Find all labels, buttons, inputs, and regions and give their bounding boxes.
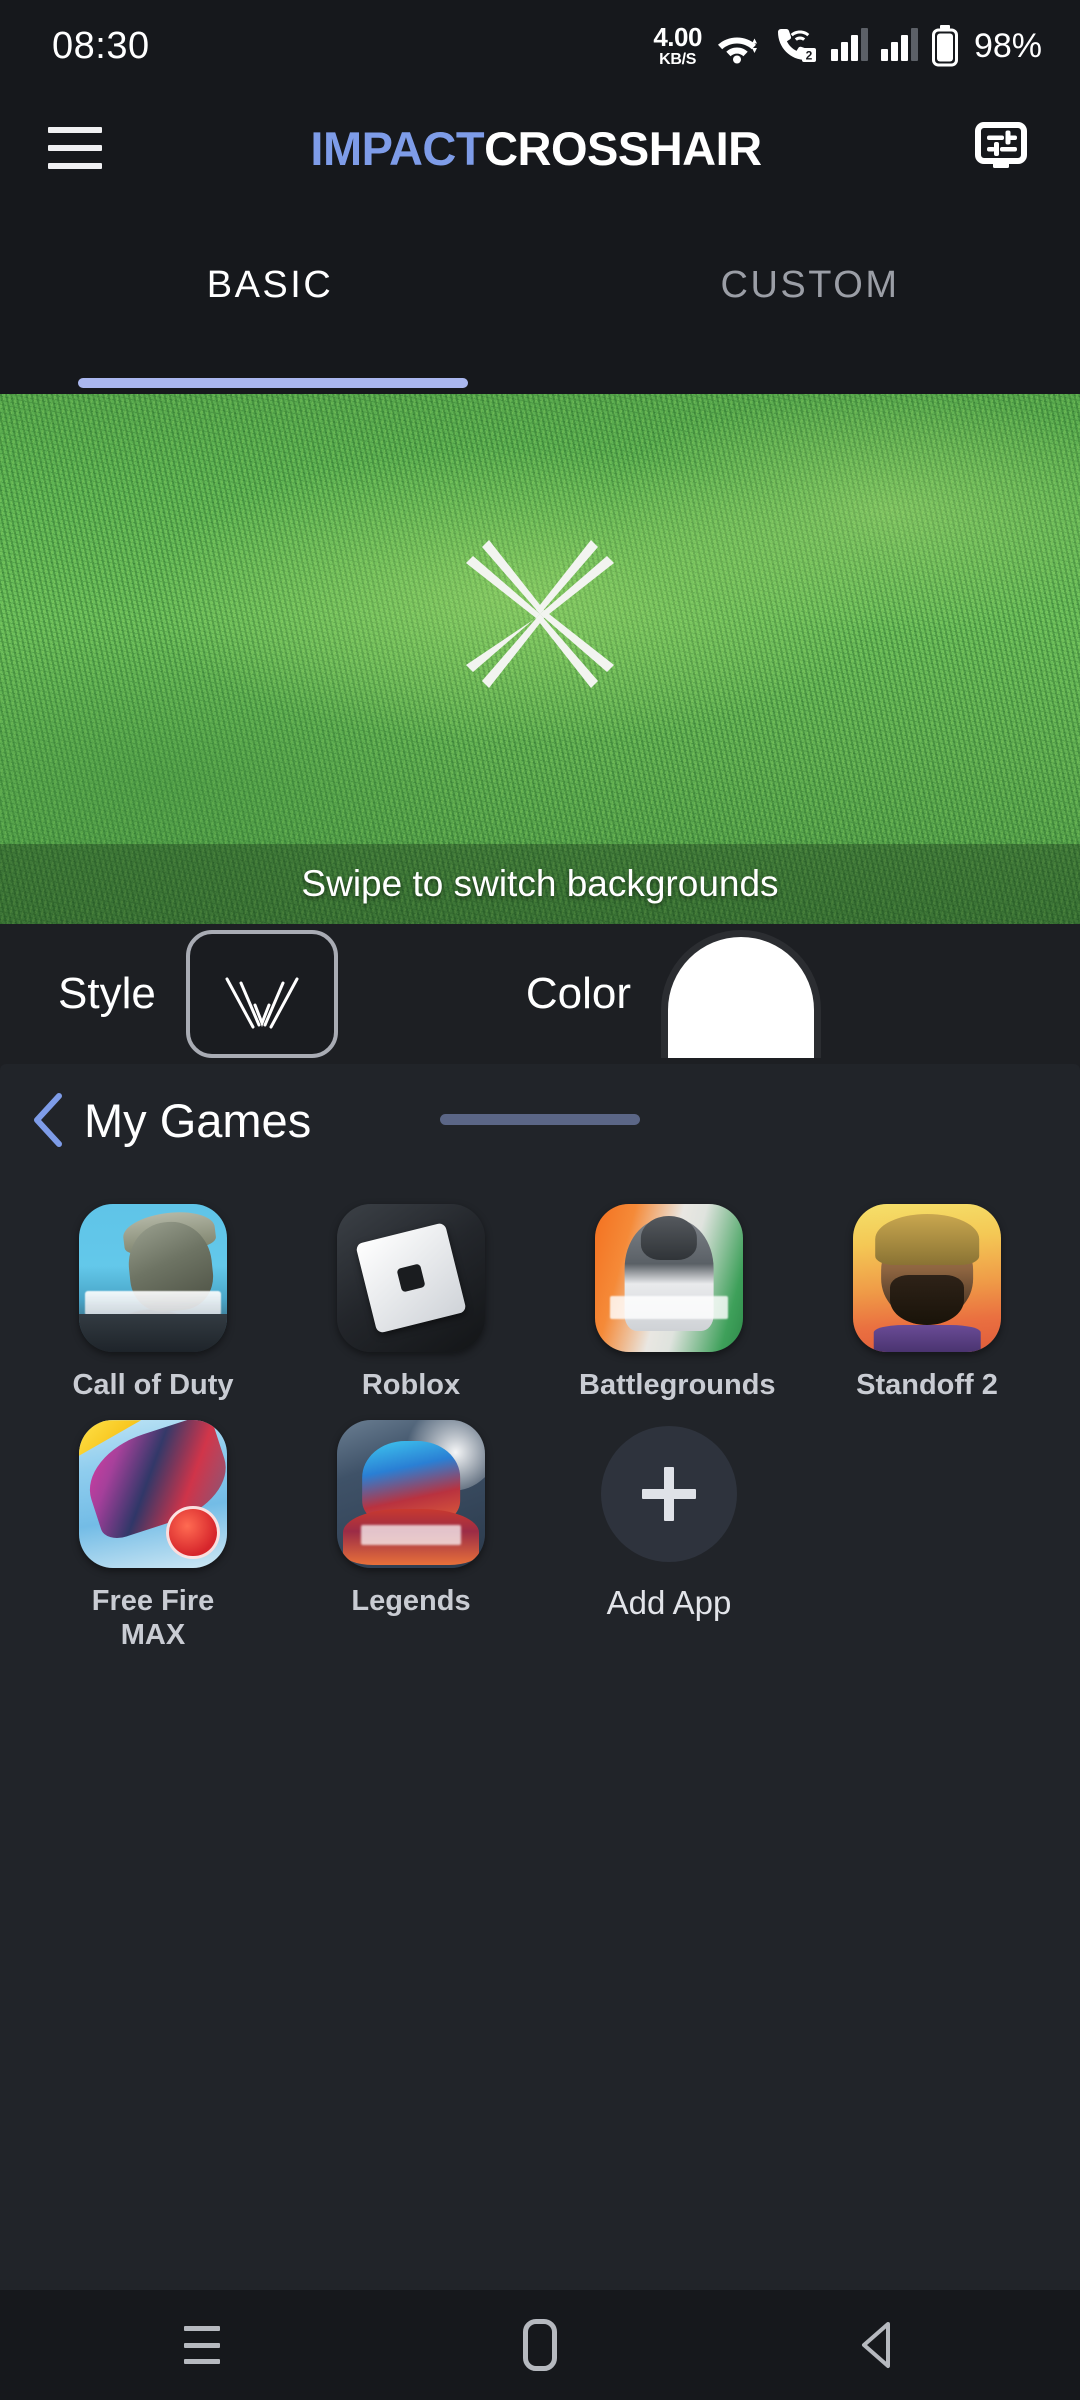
status-clock: 08:30 xyxy=(52,24,150,67)
status-indicators: 4.00 KB/S 2 98% xyxy=(653,24,1042,68)
home-icon[interactable] xyxy=(495,2300,585,2390)
back-chevron-icon[interactable] xyxy=(26,1093,70,1147)
x-star-crosshair-icon xyxy=(466,540,614,688)
grid-empty-cell xyxy=(798,1410,1056,1652)
swipe-hint-label: Swipe to switch backgrounds xyxy=(301,863,779,904)
crosshair-overlay xyxy=(0,394,1080,834)
tab-basic[interactable]: BASIC xyxy=(0,204,540,394)
game-item-free-fire-max[interactable]: Free Fire MAX xyxy=(24,1410,282,1652)
game-label: Standoff 2 xyxy=(856,1369,998,1401)
brand-primary: IMPACT xyxy=(310,121,485,175)
tab-bar: BASIC CUSTOM xyxy=(0,204,1080,394)
hamburger-menu-icon[interactable] xyxy=(48,127,102,169)
vowifi-call-icon: 2 xyxy=(772,27,818,65)
roblox-icon xyxy=(337,1204,485,1352)
battery-icon xyxy=(931,25,959,67)
game-item-standoff-2[interactable]: Standoff 2 xyxy=(798,1194,1056,1402)
color-label: Color xyxy=(525,969,631,1018)
game-label: Call of Duty xyxy=(72,1369,234,1401)
free-fire-max-icon xyxy=(79,1420,227,1569)
android-nav-bar xyxy=(0,2290,1080,2400)
style-color-row: Style Color xyxy=(0,924,1080,1064)
back-triangle-icon[interactable] xyxy=(833,2300,923,2390)
my-games-title: My Games xyxy=(84,1093,312,1147)
plus-icon xyxy=(601,1426,737,1563)
network-speed-value: 4.00 xyxy=(653,22,702,52)
status-bar: 08:30 4.00 KB/S 2 98% xyxy=(0,0,1080,92)
brand-secondary: CROSSHAIR xyxy=(484,121,762,175)
legends-icon xyxy=(337,1420,485,1569)
my-games-header: My Games xyxy=(0,1064,1080,1176)
games-grid: Call of Duty Roblox Battlegrounds Stando… xyxy=(0,1176,1080,1653)
app-title: IMPACTCROSSHAIR xyxy=(310,121,762,176)
game-item-legends[interactable]: Legends xyxy=(282,1410,540,1652)
game-label: Free Fire MAX xyxy=(91,1585,215,1652)
network-speed-unit: KB/S xyxy=(659,51,697,68)
tab-active-indicator xyxy=(78,378,468,388)
crosshair-preview[interactable]: Swipe to switch backgrounds xyxy=(0,394,1080,924)
style-control[interactable]: Style xyxy=(58,930,338,1058)
my-games-sheet: My Games Call of Duty Roblox Battlegroun… xyxy=(0,1064,1080,2290)
game-item-roblox[interactable]: Roblox xyxy=(282,1194,540,1402)
game-item-battlegrounds[interactable]: Battlegrounds xyxy=(540,1194,798,1402)
tab-custom[interactable]: CUSTOM xyxy=(540,204,1080,394)
phone-screen: 08:30 4.00 KB/S 2 98% IMPACTCROSSHAIR BA… xyxy=(0,0,1080,2400)
call-of-duty-icon xyxy=(79,1204,227,1352)
network-speed-indicator: 4.00 KB/S xyxy=(653,24,702,68)
game-label: Battlegrounds xyxy=(579,1369,776,1401)
style-swatch-button[interactable] xyxy=(185,930,338,1058)
signal-bars-icon-1 xyxy=(830,28,868,61)
game-label: Roblox xyxy=(361,1369,461,1401)
style-label: Style xyxy=(58,969,156,1018)
battlegrounds-icon xyxy=(595,1204,743,1352)
wifi-icon xyxy=(715,28,759,64)
signal-bars-icon-2 xyxy=(880,28,918,61)
add-app-label: Add App xyxy=(606,1584,732,1622)
game-label: Legends xyxy=(351,1585,471,1618)
battery-percent-label: 98% xyxy=(973,26,1042,65)
swipe-hint-bar: Swipe to switch backgrounds xyxy=(0,844,1080,924)
recents-icon[interactable] xyxy=(157,2300,247,2390)
standoff-2-icon xyxy=(853,1204,1001,1352)
crosshair-style-preview-icon xyxy=(225,977,299,1029)
monitor-sliders-icon[interactable] xyxy=(970,115,1032,182)
color-swatch-button[interactable] xyxy=(660,930,821,1058)
game-item-call-of-duty[interactable]: Call of Duty xyxy=(24,1194,282,1402)
add-app-button[interactable]: Add App xyxy=(540,1410,798,1652)
sim-badge-label: 2 xyxy=(806,49,813,63)
app-bar: IMPACTCROSSHAIR xyxy=(0,92,1080,204)
sheet-drag-handle[interactable] xyxy=(440,1114,640,1125)
color-control[interactable]: Color xyxy=(526,930,821,1058)
